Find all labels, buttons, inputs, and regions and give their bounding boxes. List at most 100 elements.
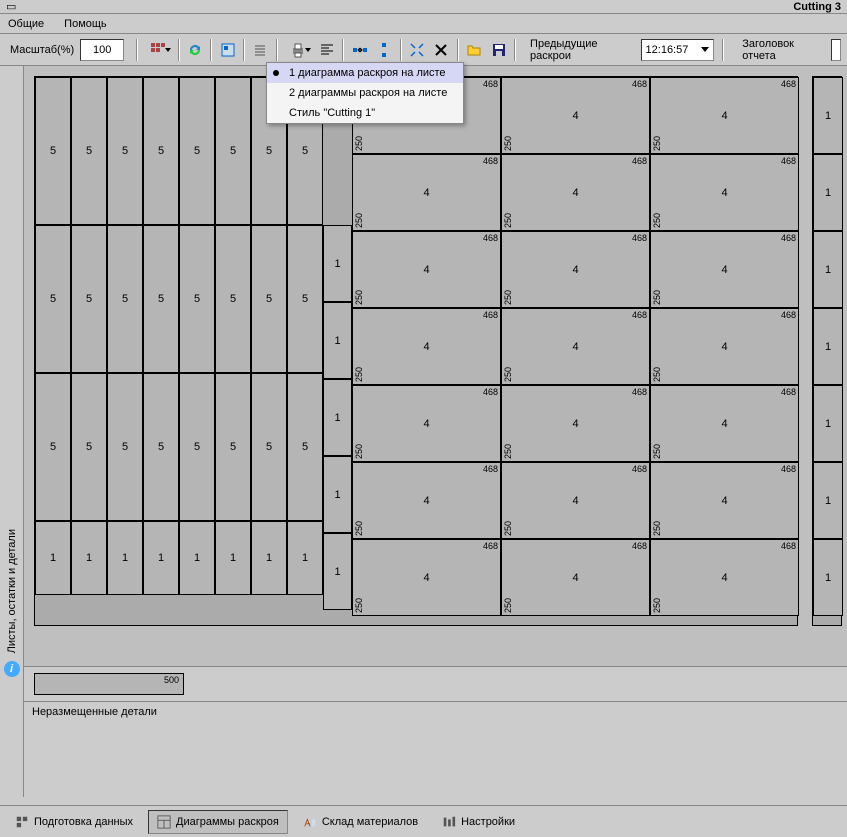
piece[interactable]: 1 xyxy=(323,379,352,456)
piece[interactable]: 5 xyxy=(71,373,107,521)
cutting-diagram-area: 5 5 5 5 5 5 5 5 5 5 5 5 5 5 5 5 5 5 5 xyxy=(24,66,847,666)
piece[interactable]: 5 xyxy=(107,373,143,521)
remnant-sheet[interactable]: 500 xyxy=(34,673,184,695)
piece[interactable]: 4682504 xyxy=(501,385,650,462)
piece[interactable]: 4682504 xyxy=(501,154,650,231)
piece[interactable]: 5 xyxy=(251,373,287,521)
piece[interactable]: 4682504 xyxy=(501,77,650,154)
piece[interactable]: 4682504 xyxy=(501,308,650,385)
list-button[interactable] xyxy=(249,38,272,62)
piece[interactable]: 4682504 xyxy=(352,231,501,308)
refresh-button[interactable] xyxy=(184,38,207,62)
print-layout-menu: 1 диаграмма раскроя на листе 2 диаграммы… xyxy=(266,62,464,124)
piece[interactable]: 1 xyxy=(813,462,843,539)
piece[interactable]: 4682504 xyxy=(501,539,650,616)
piece[interactable]: 4682504 xyxy=(352,308,501,385)
piece[interactable]: 1 xyxy=(323,456,352,533)
piece[interactable]: 1 xyxy=(35,521,71,595)
print-layout-button[interactable] xyxy=(282,38,314,62)
piece[interactable]: 5 xyxy=(215,225,251,373)
piece[interactable]: 4682504 xyxy=(352,462,501,539)
piece[interactable]: 1 xyxy=(179,521,215,595)
report-title-input[interactable] xyxy=(831,39,841,61)
sheet-button[interactable] xyxy=(216,38,239,62)
sheet-1[interactable]: 5 5 5 5 5 5 5 5 5 5 5 5 5 5 5 5 5 5 5 xyxy=(34,76,798,626)
piece[interactable]: 5 xyxy=(215,77,251,225)
piece[interactable]: 1 xyxy=(251,521,287,595)
prev-cuts-label: Предыдущие раскрои xyxy=(530,38,634,62)
piece[interactable]: 1 xyxy=(813,231,843,308)
piece[interactable]: 5 xyxy=(179,225,215,373)
piece[interactable]: 4682504 xyxy=(650,154,799,231)
menu-help[interactable]: Помощь xyxy=(60,16,111,32)
bottom-tabs: Подготовка данных Диаграммы раскроя Скла… xyxy=(0,805,847,837)
tab-cutting-diagrams[interactable]: Диаграммы раскроя xyxy=(148,810,288,834)
info-icon[interactable]: i xyxy=(4,661,20,677)
piece[interactable]: 4682504 xyxy=(352,539,501,616)
sidebar-label[interactable]: Листы, остатки и детали xyxy=(6,529,18,653)
piece[interactable]: 1 xyxy=(71,521,107,595)
piece[interactable]: 1 xyxy=(143,521,179,595)
piece[interactable]: 4682504 xyxy=(352,154,501,231)
piece[interactable]: 5 xyxy=(35,225,71,373)
piece[interactable]: 4682504 xyxy=(650,231,799,308)
report-title-label: Заголовок отчета xyxy=(742,38,825,62)
piece[interactable]: 4682504 xyxy=(650,308,799,385)
menu-item-2-diagrams[interactable]: 2 диаграммы раскроя на листе xyxy=(267,83,463,103)
unplaced-section: Неразмещенные детали xyxy=(24,701,847,797)
piece[interactable]: 5 xyxy=(71,77,107,225)
piece[interactable]: 1 xyxy=(813,77,843,154)
piece[interactable]: 5 xyxy=(179,77,215,225)
piece[interactable]: 1 xyxy=(107,521,143,595)
piece[interactable]: 5 xyxy=(179,373,215,521)
piece[interactable]: 5 xyxy=(287,373,323,521)
piece[interactable]: 1 xyxy=(813,154,843,231)
window-sys-icon[interactable]: ▭ xyxy=(6,0,16,13)
sheet-2[interactable]: 1 1 1 1 1 1 1 xyxy=(812,76,842,626)
piece[interactable]: 5 xyxy=(143,225,179,373)
piece[interactable]: 5 xyxy=(287,225,323,373)
piece[interactable]: 1 xyxy=(813,539,843,616)
delete-button[interactable] xyxy=(430,38,453,62)
align-button[interactable] xyxy=(316,38,339,62)
piece[interactable]: 4682504 xyxy=(650,539,799,616)
piece[interactable]: 1 xyxy=(323,225,352,302)
grid-options-button[interactable] xyxy=(142,38,174,62)
piece[interactable]: 1 xyxy=(287,521,323,595)
open-button[interactable] xyxy=(463,38,486,62)
piece[interactable]: 5 xyxy=(143,373,179,521)
expand-button[interactable] xyxy=(406,38,429,62)
tab-materials-store[interactable]: Склад материалов xyxy=(294,810,427,834)
piece[interactable]: 4682504 xyxy=(501,462,650,539)
piece[interactable]: 4682504 xyxy=(650,77,799,154)
window-title: Cutting 3 xyxy=(793,1,841,13)
piece[interactable]: 1 xyxy=(215,521,251,595)
menu-item-1-diagram[interactable]: 1 диаграмма раскроя на листе xyxy=(267,63,463,83)
menubar: Общие Помощь xyxy=(0,14,847,34)
piece[interactable]: 1 xyxy=(323,533,352,610)
menu-item-style-cutting1[interactable]: Стиль "Cutting 1" xyxy=(267,103,463,123)
piece[interactable]: 1 xyxy=(323,302,352,379)
piece[interactable]: 1 xyxy=(813,385,843,462)
piece[interactable]: 5 xyxy=(143,77,179,225)
piece[interactable]: 1 xyxy=(813,308,843,385)
piece[interactable]: 5 xyxy=(107,77,143,225)
piece[interactable]: 4682504 xyxy=(352,385,501,462)
compress-h-button[interactable] xyxy=(348,38,371,62)
menu-general[interactable]: Общие xyxy=(4,16,48,32)
tab-data-prep[interactable]: Подготовка данных xyxy=(6,810,142,834)
piece[interactable]: 4682504 xyxy=(650,462,799,539)
compress-v-button[interactable] xyxy=(373,38,396,62)
time-select[interactable]: 12:16:57 xyxy=(641,39,715,61)
piece[interactable]: 5 xyxy=(71,225,107,373)
piece[interactable]: 4682504 xyxy=(650,385,799,462)
piece[interactable]: 5 xyxy=(35,77,71,225)
save-button[interactable] xyxy=(487,38,510,62)
piece[interactable]: 5 xyxy=(35,373,71,521)
tab-settings[interactable]: Настройки xyxy=(433,810,524,834)
piece[interactable]: 5 xyxy=(251,225,287,373)
zoom-input[interactable] xyxy=(80,39,124,61)
piece[interactable]: 5 xyxy=(215,373,251,521)
piece[interactable]: 5 xyxy=(107,225,143,373)
piece[interactable]: 4682504 xyxy=(501,231,650,308)
